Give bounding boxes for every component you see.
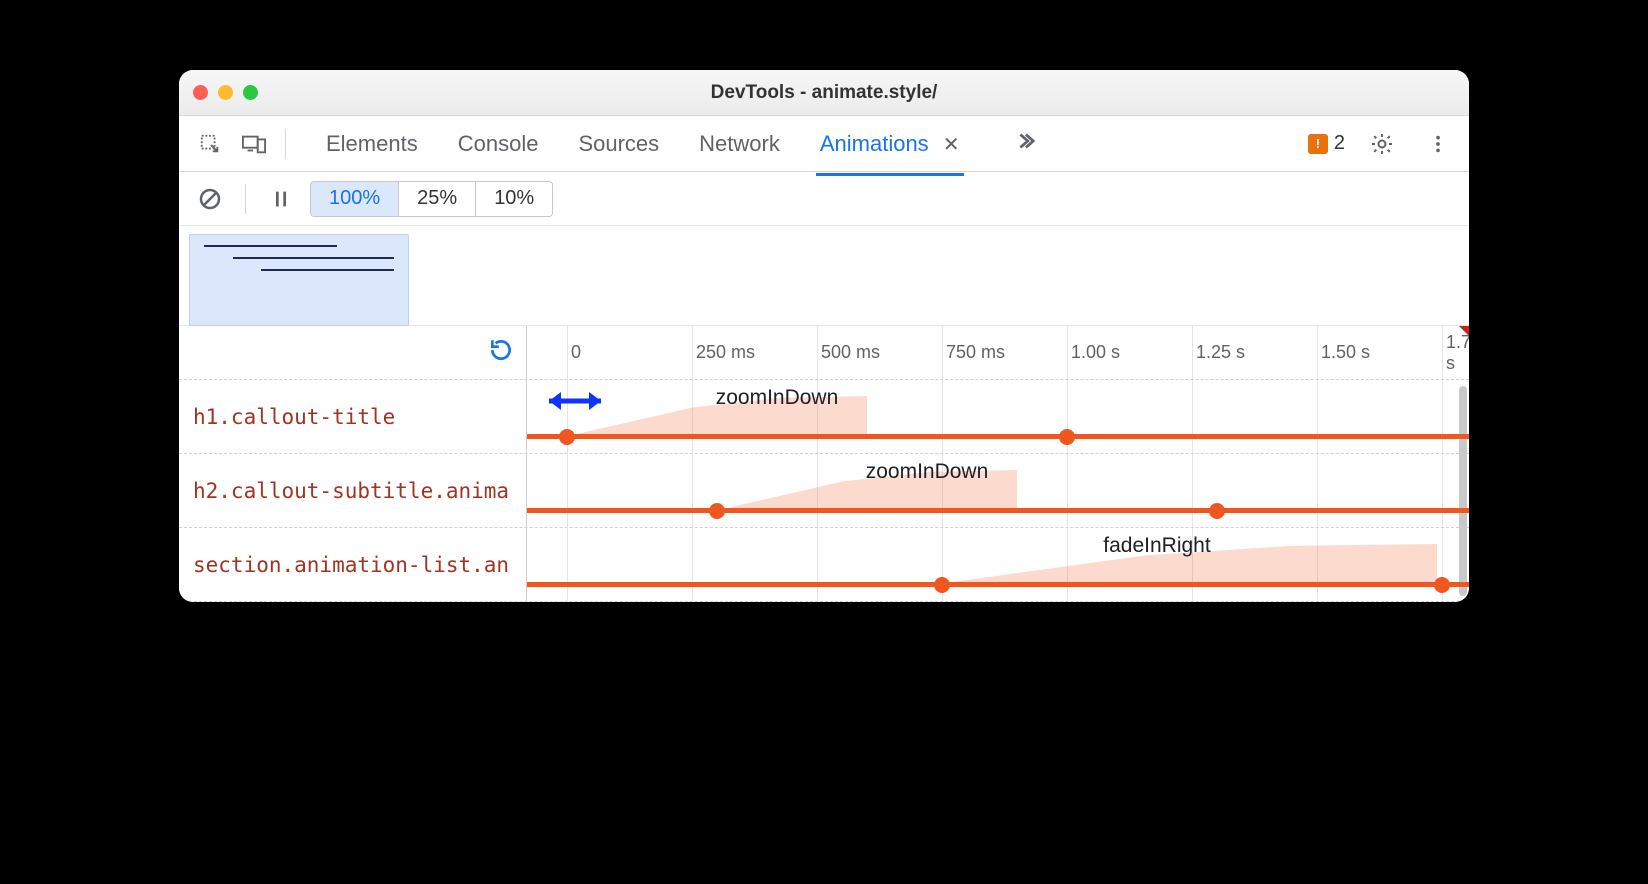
tick-label: 1.75 s [1448,326,1469,379]
animation-rows: h1.callout-titlezoomInDownh2.callout-sub… [179,380,1469,602]
inspect-element-icon[interactable] [191,125,229,163]
settings-gear-icon[interactable] [1363,125,1401,163]
track-line [527,582,1469,587]
thumb-bar [261,269,394,271]
close-window-button[interactable] [193,85,208,100]
issues-count: 2 [1334,132,1345,155]
keyframe-start[interactable] [934,577,950,593]
clear-icon[interactable] [191,180,229,218]
tick-label: 0 [573,326,583,379]
time-ruler[interactable]: 0 250 ms 500 ms 750 ms 1.00 s 1.25 s 1.50 s 1.7… [179,326,1469,380]
gridline [567,326,568,379]
divider [245,184,246,214]
kebab-menu-icon[interactable] [1419,125,1457,163]
warning-icon: ! [1308,134,1328,154]
animation-selector: h2.callout-subtitle.anima [179,454,527,527]
keyframe-start[interactable] [709,503,725,519]
gridline [817,326,818,379]
thumb-bar [233,257,395,259]
tick-label: 1.00 s [1073,326,1122,379]
gridline [1067,326,1068,379]
animation-track[interactable]: fadeInRight [527,528,1469,601]
gridline [1317,326,1318,379]
window-controls [193,85,258,100]
keyframe-end[interactable] [1434,577,1450,593]
device-toggle-icon[interactable] [235,125,273,163]
track-line [527,434,1469,439]
main-toolbar: Elements Console Sources Network Animati… [179,116,1469,172]
speed-100[interactable]: 100% [311,182,399,216]
close-tab-icon[interactable]: ✕ [943,134,960,156]
devtools-window: DevTools - animate.style/ Elements Conso… [179,70,1469,602]
keyframe-end[interactable] [1209,503,1225,519]
track-line [527,508,1469,513]
titlebar: DevTools - animate.style/ [179,70,1469,116]
scrub-handle-icon[interactable] [547,388,603,419]
gridline [1192,326,1193,379]
panel-tabs: Elements Console Sources Network Animati… [324,125,1036,163]
maximize-window-button[interactable] [243,85,258,100]
gridline [942,326,943,379]
minimize-window-button[interactable] [218,85,233,100]
speed-25[interactable]: 25% [399,182,476,216]
animation-groups-strip [179,226,1469,326]
animation-selector: h1.callout-title [179,380,527,453]
tick-label: 500 ms [823,326,882,379]
tab-elements[interactable]: Elements [324,125,420,163]
ruler-ticks: 0 250 ms 500 ms 750 ms 1.00 s 1.25 s 1.50 s 1.7… [527,326,1469,379]
animations-controls: 100% 25% 10% [179,172,1469,226]
ruler-left [179,326,527,379]
tab-animations[interactable]: Animations ✕ [818,125,962,163]
thumb-bar [204,245,337,247]
tick-label: 250 ms [698,326,757,379]
tick-label: 1.50 s [1323,326,1372,379]
gridline [692,326,693,379]
animation-row[interactable]: h2.callout-subtitle.anima zoomInDown [179,454,1469,528]
tick-label: 750 ms [948,326,1007,379]
tick-label: 1.25 s [1198,326,1247,379]
keyframe-end[interactable] [1059,429,1075,445]
animation-name-label: zoomInDown [716,386,839,410]
tab-console[interactable]: Console [456,125,541,163]
divider [285,129,286,159]
timeline: 0 250 ms 500 ms 750 ms 1.00 s 1.25 s 1.50 s 1.7… [179,326,1469,602]
animation-row[interactable]: h1.callout-title zoomInDown [179,380,1469,454]
more-tabs-icon[interactable] [1014,130,1036,158]
animation-selector: section.animation-list.an [179,528,527,601]
speed-10[interactable]: 10% [476,182,552,216]
window-title: DevTools - animate.style/ [179,82,1469,104]
tab-network[interactable]: Network [697,125,782,163]
replay-icon[interactable] [488,337,514,368]
animation-name-label: fadeInRight [1103,534,1210,558]
playback-speed-group: 100% 25% 10% [310,181,553,217]
gridline [1442,326,1443,379]
animation-track[interactable]: zoomInDown [527,380,1469,453]
keyframe-start[interactable] [559,429,575,445]
animation-row[interactable]: section.animation-list.an fadeInRight [179,528,1469,602]
tab-animations-label: Animations [820,131,929,156]
tab-sources[interactable]: Sources [576,125,661,163]
pause-icon[interactable] [262,180,300,218]
issues-button[interactable]: ! 2 [1308,132,1345,155]
toolbar-right: ! 2 [1308,125,1457,163]
animation-group-thumbnail[interactable] [189,234,409,326]
animation-track[interactable]: zoomInDown [527,454,1469,527]
animation-name-label: zoomInDown [866,460,989,484]
